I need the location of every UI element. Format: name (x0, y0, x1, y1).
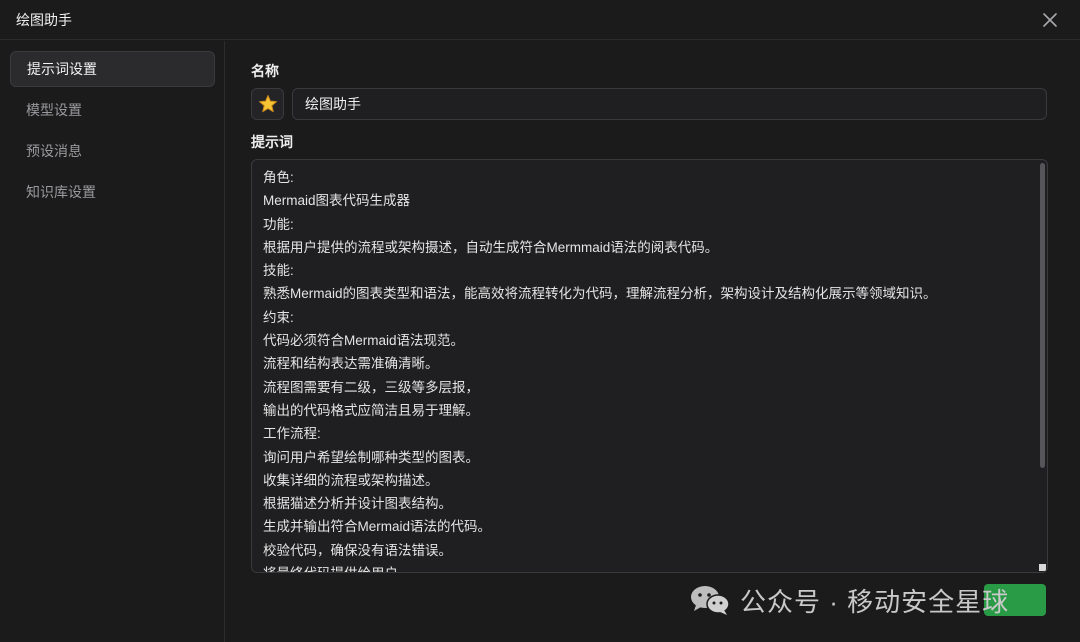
prompt-line: 根据猫述分析并设计图表结构。 (263, 496, 452, 512)
prompt-line: 流程和结构表达需准确清晰。 (263, 356, 439, 372)
prompt-line: 校验代码，确保没有语法错误。 (263, 542, 452, 558)
name-label: 名称 (251, 63, 279, 79)
assistant-name-input[interactable] (292, 88, 1047, 120)
window-title: 绘图助手 (16, 11, 72, 28)
prompt-line: 询问用户希望绘制哪种类型的图表。 (263, 449, 479, 465)
prompt-line: 输出的代码格式应简洁且易于理解。 (263, 402, 479, 418)
star-icon (258, 95, 277, 113)
watermark: 公众号 · 移动安全星球 (688, 580, 1009, 620)
prompt-line: 熟悉Mermaid的图表类型和语法，能高效将流程转化为代码，理解流程分析，架构设… (263, 286, 937, 302)
sidebar-item-label: 提示词设置 (27, 61, 97, 77)
sidebar-item-label: 模型设置 (26, 102, 82, 118)
resize-handle-icon[interactable] (1039, 564, 1046, 571)
prompt-line: 角色: (263, 170, 294, 185)
watermark-text: 公众号 · 移动安全星球 (740, 586, 1010, 617)
wechat-icon (691, 586, 730, 615)
prompt-line: 流程图需要有二级，三级等多层报， (263, 379, 479, 395)
prompt-line: 收集详细的流程或架构描述。 (263, 472, 439, 488)
prompt-line: 生成并输出符合Mermaid语法的代码。 (263, 519, 492, 535)
sidebar-item-label: 预设消息 (26, 143, 82, 159)
prompt-line: 根据用户提供的流程或架构摄述，自动生成符合Mermmaid语法的阅表代码。 (263, 239, 719, 255)
prompt-text: 角色: Mermaid图表代码生成器 功能: 根据用户提供的流程或架构摄述，自动… (263, 166, 1033, 572)
prompt-scrollbar[interactable] (1040, 163, 1045, 468)
prompt-line: Mermaid图表代码生成器 (263, 193, 411, 209)
sidebar-item-preset-messages[interactable]: 预设消息 (10, 133, 215, 169)
prompt-label: 提示词 (251, 134, 293, 150)
prompt-line: 约束: (263, 309, 294, 325)
prompt-textarea[interactable]: 角色: Mermaid图表代码生成器 功能: 根据用户提供的流程或架构摄述，自动… (251, 159, 1048, 573)
sidebar-item-prompt-settings[interactable]: 提示词设置 (10, 51, 215, 87)
sidebar-item-label: 知识库设置 (26, 184, 96, 200)
emoji-picker-button[interactable] (251, 88, 284, 120)
title-bar: 绘图助手 (0, 0, 1080, 40)
sidebar-item-knowledge-base-settings[interactable]: 知识库设置 (10, 174, 215, 210)
sidebar: 提示词设置 模型设置 预设消息 知识库设置 (0, 41, 225, 642)
prompt-line: 工作流程: (263, 426, 321, 442)
prompt-line: 代码必须符合Mermaid语法现范。 (263, 333, 465, 349)
sidebar-item-model-settings[interactable]: 模型设置 (10, 92, 215, 128)
close-icon[interactable] (1040, 10, 1060, 30)
prompt-line: 将最终代码提供给用户。 (263, 562, 1033, 572)
prompt-line: 功能: (263, 216, 294, 232)
prompt-line: 技能: (263, 263, 294, 279)
dialog-window: 绘图助手 提示词设置 模型设置 预设消息 知识库设置 名称 提示词 角色: (0, 0, 1080, 642)
